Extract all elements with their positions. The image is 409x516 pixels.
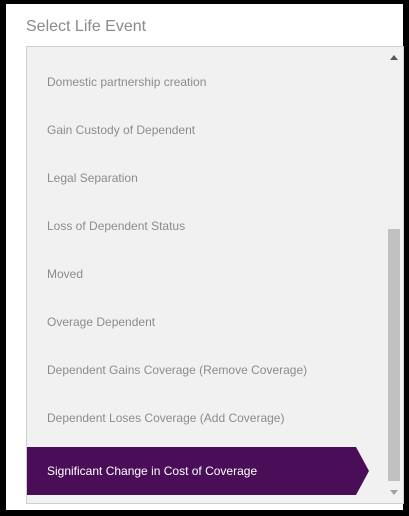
life-event-listbox[interactable]: Domestic partnership creation Gain Custo… bbox=[26, 46, 404, 504]
listbox-scrollbar[interactable] bbox=[386, 47, 403, 503]
list-item-gain-custody-of-dependent[interactable]: Gain Custody of Dependent bbox=[27, 106, 383, 154]
scroll-down-arrow-icon[interactable] bbox=[390, 490, 398, 495]
list-item-dependent-gains-coverage[interactable]: Dependent Gains Coverage (Remove Coverag… bbox=[27, 346, 383, 394]
list-item-overage-dependent[interactable]: Overage Dependent bbox=[27, 298, 383, 346]
list-item-significant-change-in-cost-of-coverage[interactable]: Significant Change in Cost of Coverage bbox=[27, 447, 369, 495]
scrollbar-thumb[interactable] bbox=[388, 229, 400, 481]
life-event-panel: Select Life Event Domestic partnership c… bbox=[6, 4, 404, 510]
list-item-dependent-loses-coverage[interactable]: Dependent Loses Coverage (Add Coverage) bbox=[27, 394, 383, 442]
list-item-legal-separation[interactable]: Legal Separation bbox=[27, 154, 383, 202]
list-item-loss-of-dependent-status[interactable]: Loss of Dependent Status bbox=[27, 202, 383, 250]
select-life-event-title: Select Life Event bbox=[26, 18, 147, 35]
scroll-up-arrow-icon[interactable] bbox=[390, 55, 398, 60]
list-item-moved[interactable]: Moved bbox=[27, 250, 383, 298]
list-item-domestic-partnership-creation[interactable]: Domestic partnership creation bbox=[27, 58, 383, 106]
